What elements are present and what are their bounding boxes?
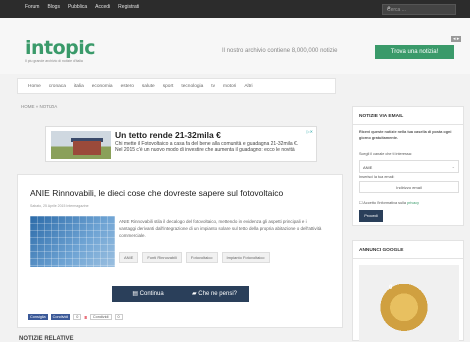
channel-select[interactable]: ANIE ⌄: [359, 160, 459, 173]
email-box-description: Ricevi queste notizie nella tua casella …: [359, 130, 452, 140]
nav-item-salute[interactable]: salute: [138, 84, 159, 89]
ad-number: 0: [389, 285, 393, 291]
solar-panel-pattern: [30, 216, 115, 267]
privacy-checkbox[interactable]: ☐ Accetto l'informativa sulla privacy: [359, 200, 419, 205]
article-title[interactable]: ANIE Rinnovabili, le dieci cose che dovr…: [30, 188, 283, 198]
tag[interactable]: Impianto Fotovoltaico: [221, 252, 270, 263]
related-news-title: NOTIZIE RELATIVE: [19, 336, 74, 342]
ad-image: [51, 131, 111, 159]
divider: [353, 124, 463, 125]
ad-body: Chi mette il Fotovoltaico a casa fa del …: [115, 141, 299, 153]
nav-item-tecnologia[interactable]: tecnologia: [177, 84, 207, 89]
email-field[interactable]: Indirizzo email: [359, 181, 459, 193]
nav-item-estero[interactable]: estero: [117, 84, 138, 89]
nav-item-sport[interactable]: sport: [159, 84, 178, 89]
header-tagline: Il nostro archivio contiene 8,000,000 no…: [222, 48, 338, 54]
google-plus-icon[interactable]: 8: [84, 315, 87, 320]
checkbox-icon[interactable]: ☐: [359, 201, 362, 205]
nav-item-cronaca[interactable]: cronaca: [45, 84, 70, 89]
email-box-title: NOTIZIE VIA EMAIL: [359, 114, 404, 119]
article-excerpt: ANIE Rinnovabili stila il decalogo del f…: [119, 219, 322, 238]
divider: [353, 258, 463, 259]
nav-item-economia[interactable]: economia: [88, 84, 117, 89]
nav-item-italia[interactable]: italia: [70, 84, 88, 89]
article-thumbnail[interactable]: [30, 216, 115, 267]
link-pubblica[interactable]: Pubblica: [68, 4, 87, 10]
chevron-down-icon: ⌄: [451, 164, 455, 169]
link-forum[interactable]: Forum: [25, 4, 39, 10]
submit-button[interactable]: Procedi: [359, 210, 383, 222]
comment-label: Che ne pensi?: [198, 291, 237, 297]
continue-button[interactable]: ▤ Continua: [112, 286, 184, 302]
article-card: ANIE Rinnovabili, le dieci cose che dovr…: [17, 174, 343, 328]
social-share: Consiglia Condividi 0 8 Condividi 0: [28, 314, 123, 320]
continue-label: Continua: [139, 291, 164, 297]
tag[interactable]: Fonti Rinnovabili: [142, 252, 182, 263]
tag[interactable]: ANIE: [119, 252, 139, 263]
ads-box-title: ANNUNCI GOOGLE: [359, 248, 404, 253]
header: intopic Il piu grande archivio di notizi…: [0, 18, 470, 74]
channel-label: Scegli il canale che ti interessa:: [359, 152, 412, 156]
email-label: Inserisci la tua email:: [359, 175, 395, 179]
link-accedi[interactable]: Accedi: [95, 4, 110, 10]
facebook-count: 0: [73, 314, 82, 320]
link-registrati[interactable]: Registrati: [118, 4, 139, 10]
ad-title[interactable]: Un tetto rende 21-32mila €: [115, 130, 221, 140]
nav-item-motori[interactable]: motori: [219, 84, 240, 89]
breadcrumb[interactable]: HOME » NOTIZIA: [21, 104, 57, 109]
article-meta: Sabato, 25 Aprile 2015 Intermagazine: [30, 204, 89, 208]
ad-choices-icon[interactable]: ▷✕: [307, 129, 313, 134]
find-news-button[interactable]: Trova una notizia!: [375, 45, 454, 59]
main-nav: Home cronaca italia economia estero salu…: [17, 78, 336, 94]
sidebar-ad-image[interactable]: 0: [359, 265, 459, 342]
ad-banner[interactable]: Un tetto rende 21-32mila € Chi mette il …: [45, 126, 317, 162]
link-blogs[interactable]: Blogs: [47, 4, 60, 10]
facebook-like-button[interactable]: Consiglia: [28, 314, 48, 320]
comment-button[interactable]: ▰ Che ne pensi?: [180, 286, 249, 302]
slider-arrows[interactable]: ◂ ▸: [451, 36, 462, 42]
nav-item-tv[interactable]: tv: [207, 84, 219, 89]
top-links: Forum Blogs Pubblica Accedi Registrati: [25, 4, 139, 10]
email-subscribe-box: NOTIZIE VIA EMAIL Ricevi queste notizie …: [352, 106, 464, 226]
ad-image-barn: [73, 141, 101, 155]
facebook-share-button[interactable]: Condividi: [50, 314, 71, 320]
top-bar: Forum Blogs Pubblica Accedi Registrati C…: [0, 0, 470, 18]
search-icon[interactable]: ⌕: [387, 5, 453, 13]
privacy-link[interactable]: privacy: [407, 201, 419, 205]
logo-subtitle: Il piu grande archivio di notizie d'ital…: [25, 59, 83, 63]
nav-item-altri[interactable]: Altri: [240, 84, 256, 89]
privacy-text: Accetto l'informativa sulla: [363, 201, 406, 205]
google-ads-box: ANNUNCI GOOGLE 0: [352, 240, 464, 342]
tag[interactable]: Fotovoltaico: [185, 252, 218, 263]
channel-value: ANIE: [363, 165, 373, 170]
google-plus-share-button[interactable]: Condividi: [89, 314, 112, 320]
find-news-label: Trova una notizia!: [390, 49, 439, 55]
nav-item-home[interactable]: Home: [24, 84, 45, 89]
continue-icon: ▤: [132, 291, 138, 297]
comment-icon: ▰: [192, 291, 197, 297]
google-plus-count: 0: [114, 314, 123, 320]
search-input[interactable]: Cerca ... ⌕: [382, 4, 456, 15]
article-tags: ANIE Fonti Rinnovabili Fotovoltaico Impi…: [119, 252, 270, 263]
logo[interactable]: intopic: [25, 37, 96, 59]
